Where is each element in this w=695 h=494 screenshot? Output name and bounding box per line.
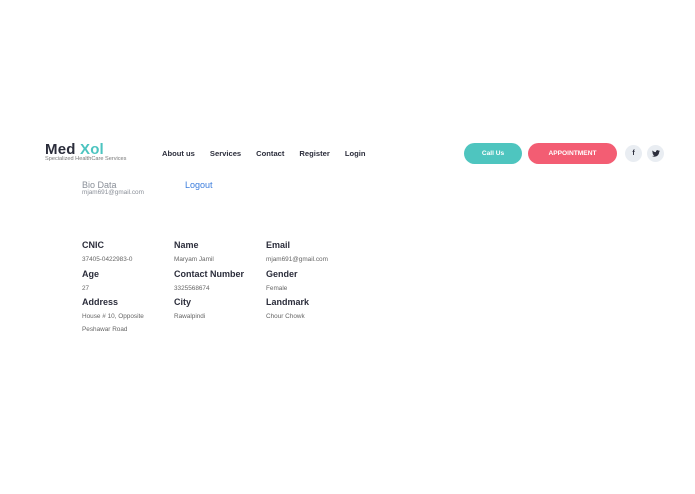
age-value: 27 xyxy=(82,285,90,292)
nav-contact[interactable]: Contact xyxy=(256,149,284,158)
brand-tagline: Specialized HealthCare Services xyxy=(45,156,127,162)
call-us-button[interactable]: Call Us xyxy=(464,143,522,164)
cnic-label: CNIC xyxy=(82,240,104,250)
email-label: Email xyxy=(266,240,291,250)
address-value-line1: House # 10, Opposite xyxy=(82,313,144,320)
age-label: Age xyxy=(82,269,100,279)
landmark-label: Landmark xyxy=(266,297,310,307)
nav-login[interactable]: Login xyxy=(345,149,366,158)
city-label: City xyxy=(174,297,192,307)
logout-link[interactable]: Logout xyxy=(185,180,213,190)
gender-label: Gender xyxy=(266,269,298,279)
nav-register[interactable]: Register xyxy=(299,149,329,158)
address-value-line2: Peshawar Road xyxy=(82,326,128,333)
appointment-button[interactable]: APPOINTMENT xyxy=(528,143,617,164)
main-nav: About us Services Contact Register Login xyxy=(162,149,365,158)
city-value: Rawalpindi xyxy=(174,313,206,320)
landmark-value: Chour Chowk xyxy=(266,313,305,320)
address-label: Address xyxy=(82,297,119,307)
facebook-icon[interactable]: f xyxy=(625,145,642,162)
cnic-value: 37405-0422983-0 xyxy=(82,256,133,263)
name-value: Maryam Jamil xyxy=(174,256,214,263)
email-value: mjam691@gmail.com xyxy=(266,256,328,263)
nav-about-us[interactable]: About us xyxy=(162,149,195,158)
gender-value: Female xyxy=(266,285,288,292)
nav-services[interactable]: Services xyxy=(210,149,241,158)
twitter-bird-icon xyxy=(651,150,660,157)
name-label: Name xyxy=(174,240,199,250)
contact-number-label: Contact Number xyxy=(174,269,245,279)
contact-number-value: 3325568674 xyxy=(174,285,210,292)
profile-email: mjam691@gmail.com xyxy=(82,189,144,196)
twitter-icon[interactable] xyxy=(647,145,664,162)
facebook-glyph: f xyxy=(632,150,635,157)
